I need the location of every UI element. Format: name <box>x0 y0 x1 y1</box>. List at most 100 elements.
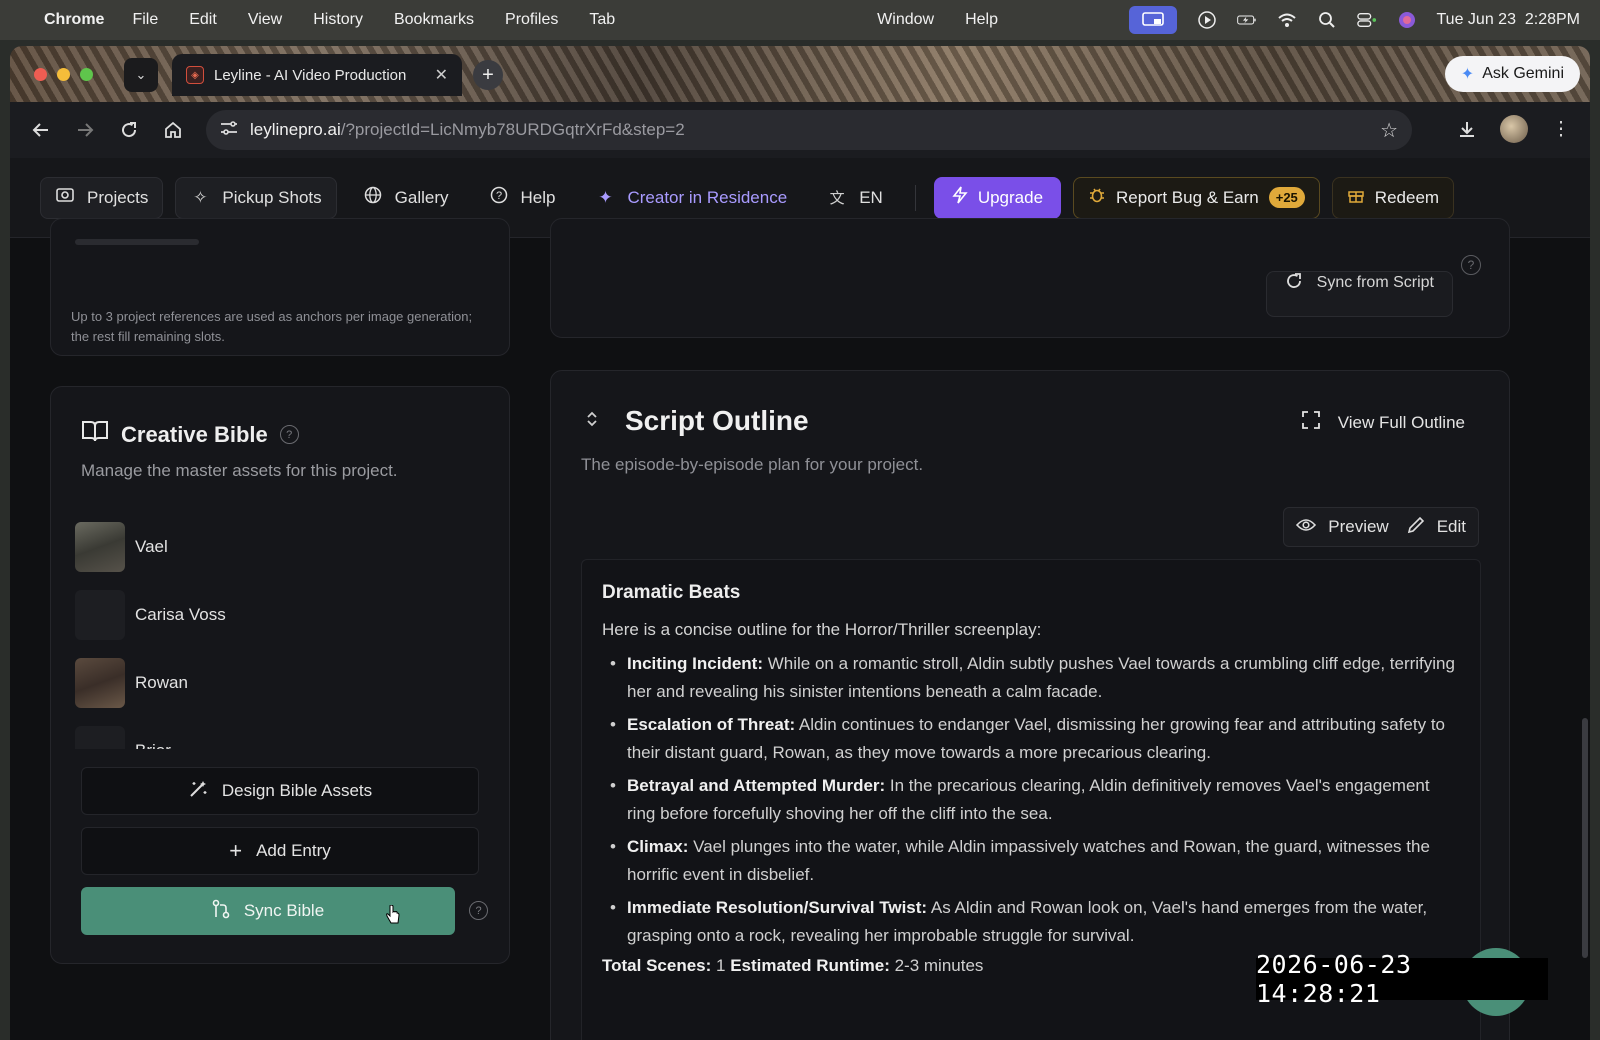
browser-tab-active[interactable]: ◈ Leyline - AI Video Production ✕ <box>172 54 462 96</box>
menu-edit[interactable]: Edit <box>189 11 217 29</box>
creative-bible-title: Creative Bible <box>121 421 268 447</box>
tab-search-dropdown[interactable]: ⌄ <box>124 58 158 92</box>
script-outline-subtitle: The episode-by-episode plan for your pro… <box>581 455 924 474</box>
menu-tab[interactable]: Tab <box>589 11 615 29</box>
preview-button[interactable]: Preview <box>1296 517 1389 537</box>
bible-entry[interactable]: Brior <box>75 717 487 749</box>
toolbar-right: ⋮ <box>1452 114 1576 144</box>
script-card: Sync from Script ? <box>550 218 1510 338</box>
browser-toolbar: leylinepro.ai/?projectId=LicNmyb78URDGqt… <box>10 102 1590 158</box>
menu-profiles[interactable]: Profiles <box>505 11 558 29</box>
entry-name: Brior <box>135 741 171 749</box>
beat-item: Inciting Incident: While on a romantic s… <box>610 650 1460 706</box>
reload-icon[interactable] <box>114 115 144 145</box>
outline-intro: Here is a concise outline for the Horror… <box>602 620 1042 639</box>
leyline-favicon-icon: ◈ <box>186 66 204 84</box>
beat-text: Vael plunges into the water, while Aldin… <box>627 837 1430 884</box>
bookmark-star-icon[interactable]: ☆ <box>1380 118 1398 143</box>
sync-icon <box>1285 272 1303 295</box>
profile-avatar[interactable] <box>1500 115 1528 143</box>
ask-gemini-button[interactable]: ✦ Ask Gemini <box>1444 56 1580 92</box>
spotlight-search-icon[interactable] <box>1317 10 1337 30</box>
back-arrow-icon[interactable] <box>26 115 56 145</box>
design-bible-assets-button[interactable]: Design Bible Assets <box>81 767 479 815</box>
nav-projects[interactable]: Projects <box>40 176 164 219</box>
lightning-icon <box>952 186 968 209</box>
nav-help-label: Help <box>520 187 556 207</box>
sync-from-script-label: Sync from Script <box>1316 274 1434 291</box>
screen-share-icon[interactable] <box>1128 6 1177 34</box>
nav-pickup-shots[interactable]: ✧ Pickup Shots <box>175 176 337 219</box>
menubar-status-area: Tue Jun 23 2:28PM <box>1128 0 1581 40</box>
siri-icon[interactable] <box>1397 10 1417 30</box>
svg-text:?: ? <box>495 190 501 202</box>
nav-divider <box>914 184 916 211</box>
site-settings-icon[interactable] <box>220 120 238 141</box>
preview-edit-toggle: Preview Edit <box>1283 507 1479 547</box>
close-tab-icon[interactable]: ✕ <box>435 65 448 85</box>
battery-icon[interactable] <box>1236 10 1257 30</box>
sparkle-icon: ✦ <box>598 187 613 207</box>
help-circle-icon: ? <box>489 186 509 209</box>
language-selector[interactable]: 文 EN <box>813 177 897 219</box>
menu-view[interactable]: View <box>248 11 282 29</box>
bible-entry[interactable]: Carisa Voss <box>75 581 487 649</box>
maximize-window-button[interactable] <box>80 68 93 81</box>
minimize-window-button[interactable] <box>57 68 70 81</box>
add-entry-label: Add Entry <box>256 841 331 860</box>
beat-label: Climax: <box>627 837 689 856</box>
forward-arrow-icon[interactable] <box>70 115 100 145</box>
eye-icon <box>1296 517 1317 537</box>
nav-creator-in-residence[interactable]: ✦ Creator in Residence <box>581 177 801 219</box>
add-entry-button[interactable]: + Add Entry <box>81 827 479 875</box>
home-icon[interactable] <box>158 115 188 145</box>
bible-entry-list[interactable]: Vael Carisa Voss Rowan Brior <box>75 513 487 749</box>
menu-history[interactable]: History <box>313 11 363 29</box>
plus-icon: + <box>482 63 494 86</box>
upgrade-button[interactable]: Upgrade <box>933 176 1062 219</box>
kebab-menu-icon[interactable]: ⋮ <box>1546 114 1576 144</box>
upgrade-label: Upgrade <box>977 187 1044 207</box>
page-scrollbar[interactable] <box>1582 718 1588 958</box>
edit-button[interactable]: Edit <box>1407 516 1466 539</box>
nav-creator-label: Creator in Residence <box>627 187 788 207</box>
menu-file[interactable]: File <box>132 11 158 29</box>
close-window-button[interactable] <box>34 68 47 81</box>
beat-item: Betrayal and Attempted Murder: In the pr… <box>610 772 1460 828</box>
sync-script-help-icon[interactable]: ? <box>1461 255 1481 275</box>
sync-bible-help-icon[interactable]: ? <box>469 901 488 920</box>
nav-gallery[interactable]: Gallery <box>349 177 463 219</box>
beats-list: Inciting Incident: While on a romantic s… <box>602 650 1460 950</box>
entry-thumbnail <box>75 658 125 708</box>
redeem-button[interactable]: Redeem <box>1331 176 1455 219</box>
menu-help[interactable]: Help <box>965 11 998 29</box>
expand-collapse-icon[interactable] <box>581 410 603 433</box>
expand-icon <box>1301 411 1320 434</box>
address-bar[interactable]: leylinepro.ai/?projectId=LicNmyb78URDGqt… <box>206 110 1412 150</box>
beat-label: Inciting Incident: <box>627 654 763 673</box>
control-center-icon[interactable] <box>1356 10 1377 30</box>
wifi-icon[interactable] <box>1277 10 1297 30</box>
report-bug-button[interactable]: Report Bug & Earn +25 <box>1073 176 1320 219</box>
nav-help[interactable]: ? Help <box>475 177 570 219</box>
play-icon[interactable] <box>1197 10 1217 30</box>
download-icon[interactable] <box>1452 114 1482 144</box>
entry-name: Vael <box>135 537 168 556</box>
url-host: leylinepro.ai <box>250 120 341 139</box>
menu-window[interactable]: Window <box>877 11 934 29</box>
view-full-outline-button[interactable]: View Full Outline <box>1301 411 1465 434</box>
new-tab-button[interactable]: + <box>473 60 503 90</box>
redeem-label: Redeem <box>1374 187 1440 207</box>
references-note: Up to 3 project references are used as a… <box>71 309 473 344</box>
bible-entry[interactable]: Rowan <box>75 649 487 717</box>
preview-label: Preview <box>1328 517 1389 536</box>
sync-from-script-button[interactable]: Sync from Script <box>1265 271 1453 317</box>
bible-entry[interactable]: Vael <box>75 513 487 581</box>
menubar-clock[interactable]: Tue Jun 23 2:28PM <box>1437 11 1581 29</box>
plus-icon: + <box>229 838 243 863</box>
creative-bible-help-icon[interactable]: ? <box>279 425 299 444</box>
script-outline-panel: Script Outline The episode-by-episode pl… <box>550 370 1510 1040</box>
outline-heading: Dramatic Beats <box>602 582 741 603</box>
menu-bookmarks[interactable]: Bookmarks <box>394 11 474 29</box>
menu-app-name[interactable]: Chrome <box>44 11 104 29</box>
